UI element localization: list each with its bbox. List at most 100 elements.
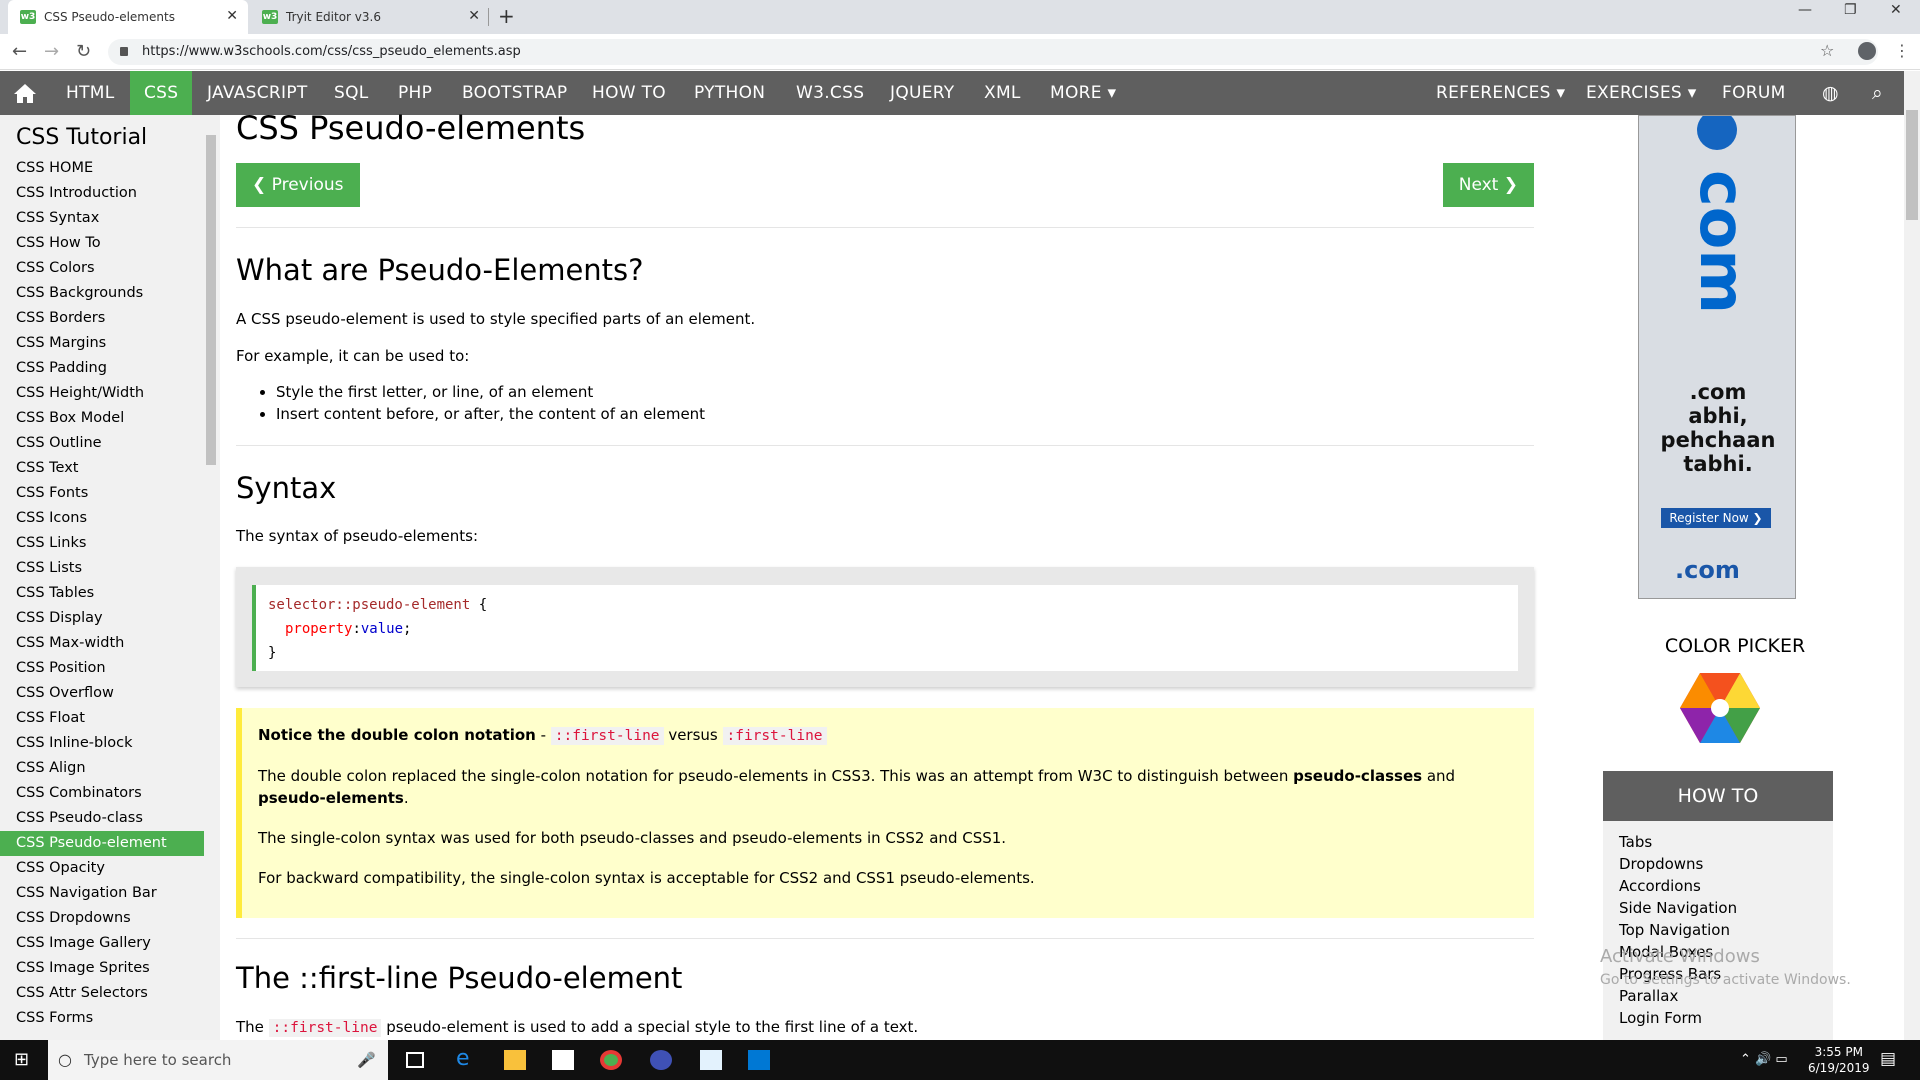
sidebar-item-css-links[interactable]: CSS Links: [0, 531, 204, 556]
sidebar-item-css-lists[interactable]: CSS Lists: [0, 556, 204, 581]
close-tab-icon[interactable]: ✕: [226, 8, 238, 24]
howto-link-tabs[interactable]: Tabs: [1619, 831, 1833, 853]
paragraph: For example, it can be used to:: [236, 347, 470, 365]
sidebar-item-css-margins[interactable]: CSS Margins: [0, 331, 204, 356]
edge-icon[interactable]: e: [456, 1046, 478, 1071]
ad-register-button[interactable]: Register Now ❯: [1661, 508, 1771, 528]
browser-tab-active[interactable]: w3 CSS Pseudo-elements ✕: [8, 0, 248, 34]
sidebar-item-css-syntax[interactable]: CSS Syntax: [0, 206, 204, 231]
sidebar-item-css-navigation-bar[interactable]: CSS Navigation Bar: [0, 881, 204, 906]
close-tab-icon[interactable]: ✕: [468, 8, 480, 24]
system-tray-icons[interactable]: ⌃ 🔊 ▭: [1740, 1052, 1788, 1067]
color-picker-icon[interactable]: [1680, 673, 1760, 743]
maximize-button[interactable]: ❐: [1844, 2, 1857, 18]
new-tab-button[interactable]: +: [498, 4, 515, 28]
search-placeholder: Type here to search: [84, 1051, 232, 1069]
howto-link-top-navigation[interactable]: Top Navigation: [1619, 919, 1833, 941]
sidebar-scrollbar-thumb[interactable]: [206, 135, 216, 465]
howto-link-accordions[interactable]: Accordions: [1619, 875, 1833, 897]
url-text: https://www.w3schools.com/css/css_pseudo…: [142, 44, 521, 59]
sidebar-item-css-combinators[interactable]: CSS Combinators: [0, 781, 204, 806]
taskbar-search-input[interactable]: ○ Type here to search 🎤: [48, 1040, 388, 1080]
forward-icon[interactable]: →: [44, 41, 59, 62]
advertisement[interactable]: com .com abhi, pehchaan tabhi. Register …: [1638, 115, 1796, 599]
sidebar-item-css-dropdowns[interactable]: CSS Dropdowns: [0, 906, 204, 931]
sidebar-item-css-tables[interactable]: CSS Tables: [0, 581, 204, 606]
microphone-icon[interactable]: 🎤: [357, 1040, 376, 1080]
nav-html[interactable]: HTML: [52, 71, 129, 115]
bullet-list: Style the first letter, or line, of an e…: [276, 381, 705, 425]
search-icon[interactable]: ⌕: [1858, 71, 1897, 115]
page-scrollbar-thumb[interactable]: [1906, 110, 1918, 220]
chrome-icon[interactable]: [600, 1050, 622, 1070]
sidebar-item-css-pseudo-class[interactable]: CSS Pseudo-class: [0, 806, 204, 831]
sidebar-item-css-introduction[interactable]: CSS Introduction: [0, 181, 204, 206]
sidebar-item-css-outline[interactable]: CSS Outline: [0, 431, 204, 456]
sidebar-item-css-max-width[interactable]: CSS Max-width: [0, 631, 204, 656]
task-view-icon[interactable]: [406, 1052, 424, 1068]
sidebar-item-css-pseudo-element[interactable]: CSS Pseudo-element: [0, 831, 204, 856]
browser-tab[interactable]: w3 Tryit Editor v3.6 ✕: [250, 0, 490, 34]
section-heading: The ::first-line Pseudo-element: [236, 961, 683, 995]
nav-forum[interactable]: FORUM: [1708, 71, 1800, 115]
note-text: .: [403, 789, 409, 807]
sidebar-item-css-inline-block[interactable]: CSS Inline-block: [0, 731, 204, 756]
taskbar-clock[interactable]: 3:55 PM 6/19/2019: [1808, 1044, 1870, 1076]
windows-start-icon[interactable]: ⊞: [14, 1049, 29, 1070]
sidebar-item-css-position[interactable]: CSS Position: [0, 656, 204, 681]
sidebar-item-css-home[interactable]: CSS HOME: [0, 156, 204, 181]
sidebar-item-css-padding[interactable]: CSS Padding: [0, 356, 204, 381]
minimize-button[interactable]: —: [1798, 2, 1812, 18]
sidebar-item-css-image-gallery[interactable]: CSS Image Gallery: [0, 931, 204, 956]
howto-link-side-navigation[interactable]: Side Navigation: [1619, 897, 1833, 919]
nav-exercises[interactable]: EXERCISES ▾: [1572, 71, 1711, 115]
section-heading: Syntax: [236, 471, 337, 505]
sidebar-item-css-box-model[interactable]: CSS Box Model: [0, 406, 204, 431]
howto-link-parallax[interactable]: Parallax: [1619, 985, 1833, 1007]
note-text: The double colon replaced the single-col…: [258, 767, 1294, 785]
main-content: CSS Pseudo-elements ❮ Previous Next ❯ Wh…: [236, 109, 1534, 1037]
howto-link-dropdowns[interactable]: Dropdowns: [1619, 853, 1833, 875]
note-box: Notice the double colon notation - ::fir…: [236, 708, 1534, 918]
url-input[interactable]: https://www.w3schools.com/css/css_pseudo…: [108, 39, 1878, 65]
sidebar-item-css-borders[interactable]: CSS Borders: [0, 306, 204, 331]
right-column: com .com abhi, pehchaan tabhi. Register …: [1550, 115, 1920, 1051]
sidebar-item-css-how-to[interactable]: CSS How To: [0, 231, 204, 256]
sidebar-item-css-image-sprites[interactable]: CSS Image Sprites: [0, 956, 204, 981]
file-explorer-icon[interactable]: [504, 1050, 526, 1070]
sidebar-item-css-display[interactable]: CSS Display: [0, 606, 204, 631]
vscode-icon[interactable]: [748, 1050, 770, 1070]
sidebar-item-css-height-width[interactable]: CSS Height/Width: [0, 381, 204, 406]
home-icon[interactable]: [12, 82, 38, 104]
previous-button[interactable]: ❮ Previous: [236, 163, 360, 207]
sidebar-item-css-colors[interactable]: CSS Colors: [0, 256, 204, 281]
sidebar-item-css-overflow[interactable]: CSS Overflow: [0, 681, 204, 706]
sidebar-item-css-float[interactable]: CSS Float: [0, 706, 204, 731]
store-icon[interactable]: [552, 1050, 574, 1070]
next-button[interactable]: Next ❯: [1442, 163, 1534, 207]
howto-link-login-form[interactable]: Login Form: [1619, 1007, 1833, 1029]
app-icon[interactable]: [650, 1050, 672, 1070]
sidebar-item-css-opacity[interactable]: CSS Opacity: [0, 856, 204, 881]
sidebar-item-css-align[interactable]: CSS Align: [0, 756, 204, 781]
code-brace: }: [268, 645, 277, 661]
nav-css[interactable]: CSS: [130, 71, 193, 115]
globe-icon[interactable]: ◍: [1808, 71, 1853, 115]
reload-icon[interactable]: ↻: [76, 41, 91, 62]
account-avatar-icon[interactable]: [1858, 42, 1876, 60]
sidebar-item-css-fonts[interactable]: CSS Fonts: [0, 481, 204, 506]
notepad-icon[interactable]: [700, 1050, 722, 1070]
browser-tab-bar: w3 CSS Pseudo-elements ✕ w3 Tryit Editor…: [0, 0, 1920, 34]
note-text: and: [1422, 767, 1456, 785]
notification-icon[interactable]: ▤: [1880, 1049, 1896, 1069]
sidebar-item-css-backgrounds[interactable]: CSS Backgrounds: [0, 281, 204, 306]
color-picker-title: COLOR PICKER: [1664, 635, 1806, 657]
sidebar-item-css-attr-selectors[interactable]: CSS Attr Selectors: [0, 981, 204, 1006]
close-window-button[interactable]: ✕: [1890, 2, 1902, 18]
sidebar-item-css-icons[interactable]: CSS Icons: [0, 506, 204, 531]
sidebar-item-css-text[interactable]: CSS Text: [0, 456, 204, 481]
menu-kebab-icon[interactable]: ⋮: [1894, 41, 1910, 60]
w3schools-favicon-icon: w3: [20, 10, 36, 24]
sidebar-item-css-forms[interactable]: CSS Forms: [0, 1006, 204, 1031]
back-icon[interactable]: ←: [12, 41, 27, 62]
